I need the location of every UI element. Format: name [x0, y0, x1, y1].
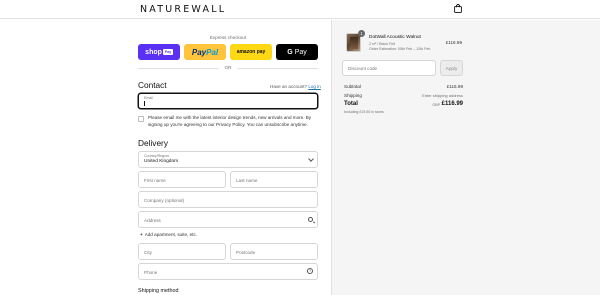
company-field[interactable]: Company (optional) — [138, 191, 318, 208]
company-placeholder: Company (optional) — [144, 198, 185, 203]
phone-placeholder: Phone — [144, 270, 158, 275]
product-delivery-estimate: Order Estimation: 05th Feb – 12th Feb — [369, 47, 431, 51]
email-label: Email — [144, 96, 153, 100]
or-divider-right — [238, 68, 318, 69]
have-account-label: Have an account? — [270, 84, 308, 89]
shop-pay-tag: Pay — [163, 49, 173, 55]
product-price: £116.99 — [445, 40, 462, 45]
discount-code-field[interactable]: Discount code — [342, 60, 436, 76]
amazon-pay-button[interactable]: amazon pay — [230, 44, 272, 60]
site-header: NATUREWALL — [0, 0, 600, 19]
subtotal-label: Subtotal — [344, 84, 361, 89]
or-label: OR — [218, 65, 238, 70]
last-name-placeholder: Last name — [236, 178, 258, 183]
plus-icon: + — [140, 232, 143, 237]
chevron-down-icon — [308, 156, 314, 162]
shopping-bag-icon[interactable] — [454, 4, 462, 13]
add-apartment-label: Add apartment, suite, etc. — [144, 232, 198, 237]
shipping-method-heading: Shipping method — [138, 288, 179, 294]
google-pay-button[interactable]: G Pay — [276, 44, 318, 60]
delivery-heading: Delivery — [138, 138, 168, 148]
total-label: Total — [344, 101, 358, 107]
address-placeholder: Address — [144, 218, 161, 223]
or-divider-left — [138, 68, 218, 69]
have-account-text: Have an account? Log in — [270, 84, 321, 89]
first-name-placeholder: First name — [144, 178, 166, 183]
total-value: £116.99 — [441, 101, 463, 107]
shop-pay-button[interactable]: shop Pay — [138, 44, 180, 60]
last-name-field[interactable]: Last name — [230, 171, 318, 188]
paypal-button[interactable]: Pay Pal — [184, 44, 226, 60]
country-value: United Kingdom — [144, 159, 179, 164]
subtotal-value: £116.99 — [446, 84, 463, 89]
newsletter-checkbox[interactable] — [138, 116, 144, 122]
country-select[interactable]: Country/Region United Kingdom — [138, 151, 318, 168]
newsletter-consent-text: Please email me with the latest interior… — [148, 115, 312, 127]
postcode-field[interactable]: Postcode — [230, 243, 318, 260]
help-circle-icon[interactable]: ? — [307, 268, 313, 274]
apply-discount-button[interactable]: Apply — [440, 60, 463, 76]
shop-pay-label: shop — [145, 48, 162, 56]
phone-field[interactable]: Phone ? — [138, 263, 318, 280]
express-checkout-label: Express checkout — [209, 35, 247, 40]
city-field[interactable]: City — [138, 243, 226, 260]
paypal-label-a: Pay — [191, 47, 207, 57]
login-link[interactable]: Log in — [308, 84, 321, 89]
shipping-label: Shipping — [344, 93, 362, 98]
shipping-value: Enter shipping address — [422, 93, 463, 98]
total-currency: GBP — [432, 103, 440, 107]
order-summary: 1 DotWall Acoustic Walnut 2 m² / Black F… — [332, 20, 600, 295]
first-name-field[interactable]: First name — [138, 171, 226, 188]
city-placeholder: City — [144, 250, 152, 255]
product-variant: 2 m² / Black Felt — [369, 42, 395, 46]
quantity-badge: 1 — [358, 30, 365, 37]
postcode-placeholder: Postcode — [236, 250, 256, 255]
checkout-form-column: Express checkout shop Pay Pay Pal amazon p… — [0, 20, 331, 295]
store-logo[interactable]: NATUREWALL — [140, 4, 226, 15]
product-name: DotWall Acoustic Walnut — [369, 35, 421, 40]
add-apartment-link[interactable]: + Add apartment, suite, etc. — [140, 232, 197, 237]
country-label: Country/Region — [144, 154, 169, 158]
google-g-icon: G — [287, 48, 293, 56]
paypal-label-b: Pal — [206, 47, 219, 57]
discount-placeholder: Discount code — [348, 66, 378, 71]
google-pay-label: Pay — [294, 48, 307, 56]
amazon-pay-label: amazon pay — [236, 49, 266, 55]
text-caret — [144, 101, 145, 106]
product-image — [350, 37, 358, 49]
tax-note: Including £19.50 in taxes — [344, 110, 384, 114]
contact-heading: Contact — [138, 80, 167, 90]
search-icon — [308, 217, 313, 222]
address-field[interactable]: Address — [138, 211, 318, 228]
email-field[interactable]: Email — [138, 93, 318, 109]
